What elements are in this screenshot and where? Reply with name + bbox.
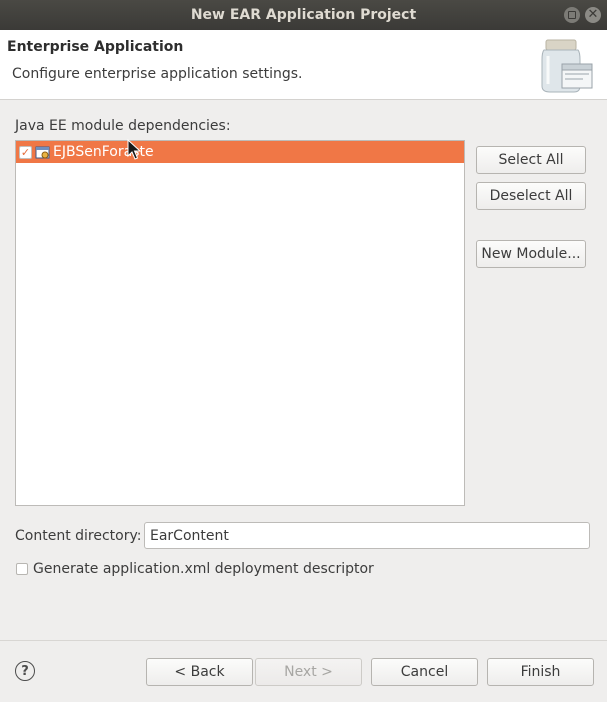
- dependencies-list[interactable]: ✓ EJBSenForaste: [15, 140, 465, 506]
- page-description: Configure enterprise application setting…: [12, 66, 303, 82]
- generate-descriptor-label: Generate application.xml deployment desc…: [33, 561, 374, 577]
- deselect-all-button[interactable]: Deselect All: [476, 182, 586, 210]
- footer-divider: [0, 640, 607, 641]
- jar-window-icon: [541, 39, 593, 93]
- cancel-button[interactable]: Cancel: [371, 658, 478, 686]
- select-all-button[interactable]: Select All: [476, 146, 586, 174]
- new-module-button[interactable]: New Module...: [476, 240, 586, 268]
- dialog-window: New EAR Application Project ✕ Enterprise…: [0, 0, 607, 702]
- checkbox-checked-icon[interactable]: ✓: [19, 145, 32, 159]
- title-bar: New EAR Application Project ✕: [0, 0, 607, 30]
- next-button: Next >: [255, 658, 362, 686]
- help-icon[interactable]: ?: [15, 661, 35, 681]
- content-directory-label: Content directory:: [15, 528, 142, 544]
- generate-descriptor-checkbox[interactable]: [16, 563, 28, 575]
- wizard-header: Enterprise Application Configure enterpr…: [0, 30, 607, 100]
- back-button[interactable]: < Back: [146, 658, 253, 686]
- finish-button[interactable]: Finish: [487, 658, 594, 686]
- window-title: New EAR Application Project: [190, 7, 417, 23]
- page-title: Enterprise Application: [7, 39, 184, 55]
- ejb-module-icon: [35, 146, 50, 159]
- content-directory-input[interactable]: [144, 522, 590, 549]
- mouse-pointer-icon: [127, 139, 141, 160]
- list-item[interactable]: ✓ EJBSenForaste: [16, 141, 464, 163]
- dependencies-label: Java EE module dependencies:: [15, 118, 231, 134]
- close-icon[interactable]: ✕: [585, 7, 601, 23]
- maximize-icon[interactable]: [564, 7, 580, 23]
